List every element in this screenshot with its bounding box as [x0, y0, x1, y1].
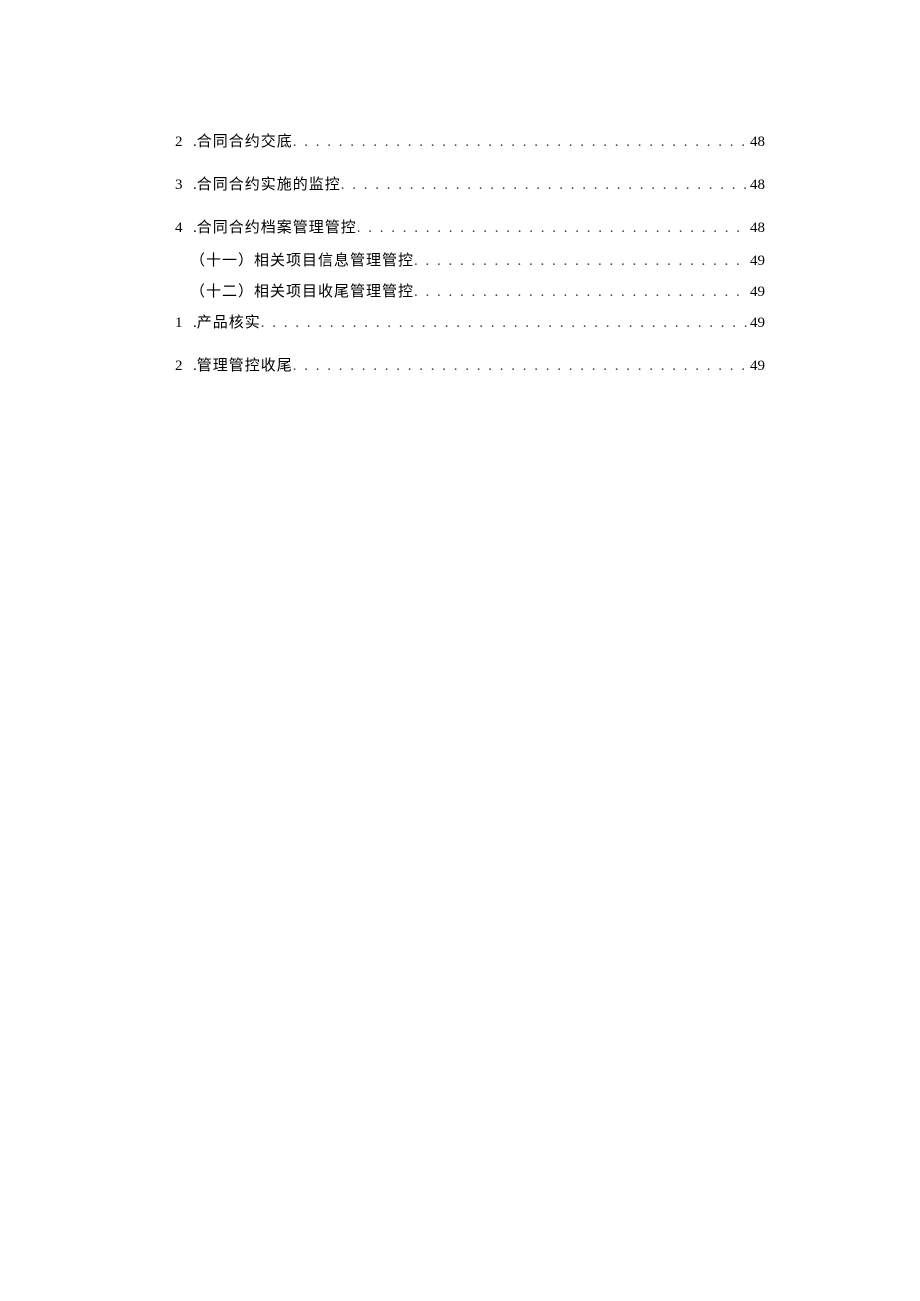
- toc-title: （十一）相关项目信息管理管控: [190, 249, 414, 270]
- toc-title: 管理管控收尾: [197, 354, 293, 375]
- toc-leader-dots: [357, 220, 748, 237]
- toc-entry: 3 .合同合约实施的监控48: [175, 173, 765, 194]
- toc-number: 3: [175, 177, 193, 194]
- toc-page-number: 48: [748, 177, 765, 194]
- toc-page-number: 49: [748, 315, 765, 332]
- toc-entry: （十二）相关项目收尾管理管控 49: [175, 280, 765, 301]
- toc-page-number: 49: [748, 253, 765, 270]
- toc-leader-dots: [293, 134, 748, 151]
- toc-leader-dots: [414, 284, 748, 301]
- toc-leader-dots: [293, 358, 748, 375]
- toc-leader-dots: [414, 253, 748, 270]
- table-of-contents: 2 .合同合约交底483 .合同合约实施的监控484 .合同合约档案管理管控48…: [175, 130, 765, 375]
- toc-number: 2: [175, 134, 193, 151]
- toc-page-number: 48: [748, 134, 765, 151]
- toc-entry: 1 .产品核实49: [175, 311, 765, 332]
- toc-entry: （十一）相关项目信息管理管控 49: [175, 249, 765, 270]
- toc-title: 产品核实: [197, 311, 261, 332]
- toc-leader-dots: [341, 177, 748, 194]
- toc-number: 1: [175, 315, 193, 332]
- toc-leader-dots: [261, 315, 748, 332]
- toc-number: 4: [175, 220, 193, 237]
- toc-title: 合同合约档案管理管控: [197, 216, 357, 237]
- toc-page-number: 49: [748, 358, 765, 375]
- toc-page-number: 49: [748, 284, 765, 301]
- toc-title: 合同合约交底: [197, 130, 293, 151]
- document-page: 2 .合同合约交底483 .合同合约实施的监控484 .合同合约档案管理管控48…: [0, 0, 920, 1301]
- toc-entry: 2 .管理管控收尾49: [175, 354, 765, 375]
- toc-title: 合同合约实施的监控: [197, 173, 341, 194]
- toc-entry: 4 .合同合约档案管理管控48: [175, 216, 765, 237]
- toc-number: 2: [175, 358, 193, 375]
- toc-title: （十二）相关项目收尾管理管控: [190, 280, 414, 301]
- toc-page-number: 48: [748, 220, 765, 237]
- toc-entry: 2 .合同合约交底48: [175, 130, 765, 151]
